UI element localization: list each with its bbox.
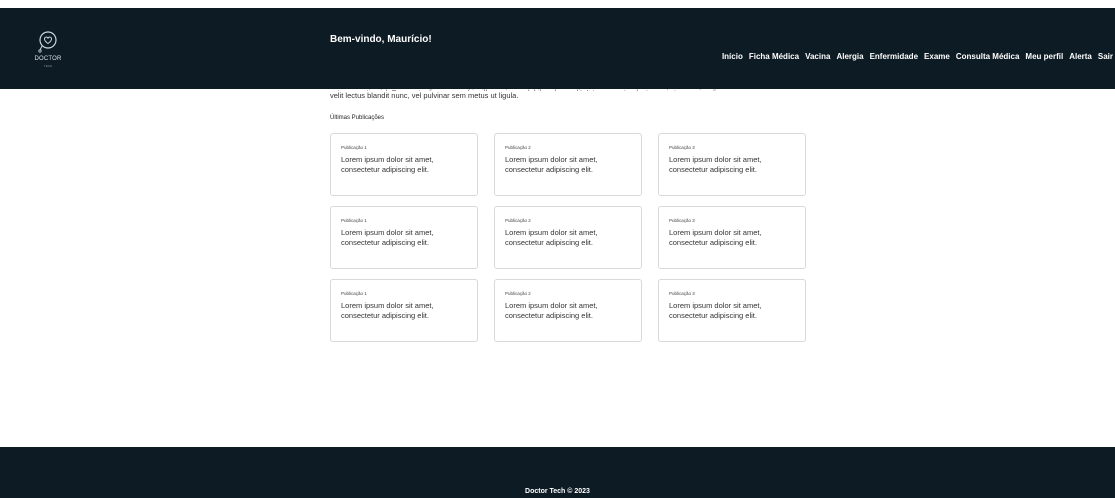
page: DOCTOR TECH Bem-vindo, Maurício! Início … xyxy=(0,0,1115,498)
card-title: Publicação 3 xyxy=(669,218,695,223)
welcome-message: Bem-vindo, Maurício! xyxy=(330,34,432,45)
publication-card[interactable]: Publicação 1 Lorem ipsum dolor sit amet,… xyxy=(330,133,478,196)
publications-grid: Publicação 1 Lorem ipsum dolor sit amet,… xyxy=(330,133,806,342)
card-text: Lorem ipsum dolor sit amet, consectetur … xyxy=(669,301,762,320)
footer: Doctor Tech © 2023 xyxy=(0,447,1115,498)
card-text: Lorem ipsum dolor sit amet, consectetur … xyxy=(505,228,598,247)
footer-copyright: Doctor Tech © 2023 xyxy=(525,488,590,495)
publication-card[interactable]: Publicação 3 Lorem ipsum dolor sit amet,… xyxy=(658,279,806,342)
card-title: Publicação 2 xyxy=(505,291,531,296)
logo-subtext: TECH xyxy=(43,64,53,68)
publication-card[interactable]: Publicação 2 Lorem ipsum dolor sit amet,… xyxy=(494,279,642,342)
nav-meu-perfil[interactable]: Meu perfil xyxy=(1025,52,1063,61)
card-text: Lorem ipsum dolor sit amet, consectetur … xyxy=(505,301,598,320)
top-strip xyxy=(0,0,1115,8)
publication-card[interactable]: Publicação 3 Lorem ipsum dolor sit amet,… xyxy=(658,133,806,196)
card-text: Lorem ipsum dolor sit amet, consectetur … xyxy=(341,301,434,320)
nav-alergia[interactable]: Alergia xyxy=(836,52,863,61)
nav-exame[interactable]: Exame xyxy=(924,52,950,61)
publication-card[interactable]: Publicação 2 Lorem ipsum dolor sit amet,… xyxy=(494,206,642,269)
nav-enfermidade[interactable]: Enfermidade xyxy=(870,52,918,61)
card-title: Publicação 1 xyxy=(341,218,367,223)
nav-sair[interactable]: Sair xyxy=(1098,52,1113,61)
card-text: Lorem ipsum dolor sit amet, consectetur … xyxy=(341,228,434,247)
card-title: Publicação 3 xyxy=(669,145,695,150)
card-title: Publicação 2 xyxy=(505,145,531,150)
card-title: Publicação 2 xyxy=(505,218,531,223)
card-text: Lorem ipsum dolor sit amet, consectetur … xyxy=(341,155,434,174)
doctor-tech-logo[interactable]: DOCTOR TECH xyxy=(30,28,66,70)
section-title: Últimas Publicações xyxy=(330,115,385,121)
nav-ficha-medica[interactable]: Ficha Médica xyxy=(749,52,799,61)
card-title: Publicação 1 xyxy=(341,145,367,150)
card-title: Publicação 3 xyxy=(669,291,695,296)
nav-alerta[interactable]: Alerta xyxy=(1069,52,1092,61)
card-text: Lorem ipsum dolor sit amet, consectetur … xyxy=(669,155,762,174)
heart-stethoscope-icon xyxy=(38,31,57,53)
intro-text: est venenatis nisl. Fusce ut odio semper… xyxy=(330,88,810,101)
publication-card[interactable]: Publicação 3 Lorem ipsum dolor sit amet,… xyxy=(658,206,806,269)
publication-card[interactable]: Publicação 1 Lorem ipsum dolor sit amet,… xyxy=(330,206,478,269)
nav-consulta-medica[interactable]: Consulta Médica xyxy=(956,52,1020,61)
nav-inicio[interactable]: Início xyxy=(722,52,743,61)
publication-card[interactable]: Publicação 2 Lorem ipsum dolor sit amet,… xyxy=(494,133,642,196)
intro-line: velit lectus blandit nunc, vel pulvinar … xyxy=(330,91,519,100)
card-title: Publicação 1 xyxy=(341,291,367,296)
card-text: Lorem ipsum dolor sit amet, consectetur … xyxy=(669,228,762,247)
nav-vacina[interactable]: Vacina xyxy=(805,52,830,61)
publication-card[interactable]: Publicação 1 Lorem ipsum dolor sit amet,… xyxy=(330,279,478,342)
header: DOCTOR TECH Bem-vindo, Maurício! Início … xyxy=(0,8,1115,89)
main-nav: Início Ficha Médica Vacina Alergia Enfer… xyxy=(716,52,1113,61)
card-text: Lorem ipsum dolor sit amet, consectetur … xyxy=(505,155,598,174)
logo-text: DOCTOR xyxy=(34,56,62,62)
